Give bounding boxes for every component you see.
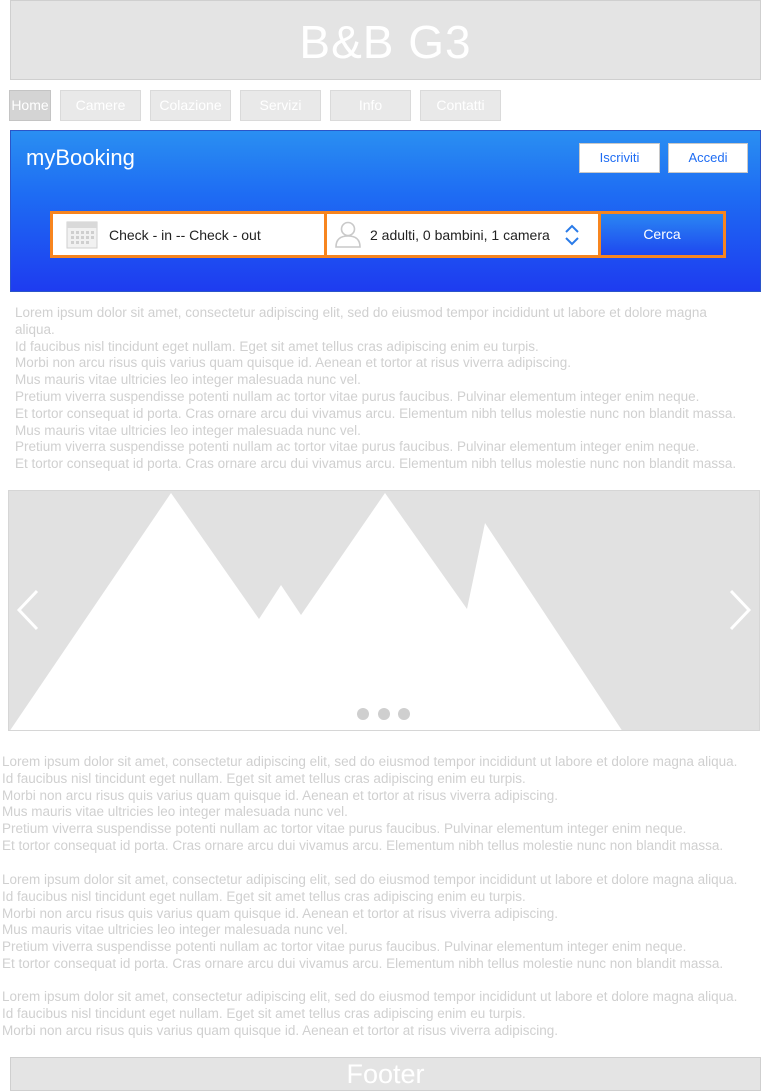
updown-chevron-icon[interactable] — [563, 223, 581, 247]
text-line: Mus mauris vitae ultricies leo integer m… — [2, 804, 348, 820]
nav-item-info[interactable]: Info — [330, 90, 411, 121]
nav-item-contatti[interactable]: Contatti — [420, 90, 501, 121]
booking-search-bar: Check - in -- Check - out 2 adulti, 0 ba… — [50, 211, 726, 258]
carousel-dot[interactable] — [357, 708, 369, 720]
image-carousel[interactable] — [8, 490, 760, 731]
text-line: Pretium viverra suspendisse potenti null… — [2, 821, 687, 837]
text-line: aliqua. — [15, 321, 55, 337]
nav-item-colazione[interactable]: Colazione — [150, 90, 231, 121]
text-line: Id faucibus nisl tincidunt eget nullam. … — [2, 888, 526, 904]
user-icon — [334, 219, 362, 249]
text-line: Mus mauris vitae ultricies leo integer m… — [2, 922, 348, 938]
carousel-dot[interactable] — [398, 708, 410, 720]
nav-item-camere[interactable]: Camere — [60, 90, 141, 121]
text-line: Lorem ipsum dolor sit amet, consectetur … — [2, 989, 738, 1004]
body-paragraph: Lorem ipsum dolor sit amet, consectetur … — [2, 872, 737, 973]
text-line: Morbi non arcu risus quis varius quam qu… — [2, 905, 559, 921]
intro-paragraph: Lorem ipsum dolor sit amet, consectetur … — [15, 305, 736, 473]
site-header: B&B G3 — [10, 0, 761, 80]
text-line: Pretium viverra suspendisse potenti null… — [15, 388, 700, 404]
text-line: Morbi non arcu risus quis varius quam qu… — [2, 787, 559, 803]
site-title: B&B G3 — [299, 16, 472, 68]
nav-item-home[interactable]: Home — [9, 90, 51, 121]
text-line: Lorem ipsum dolor sit amet, consectetur … — [2, 872, 738, 887]
guests-text: 2 adulti, 0 bambini, 1 camera — [370, 227, 550, 243]
text-line: Et tortor consequat id porta. Cras ornar… — [15, 405, 737, 421]
body-paragraph: Lorem ipsum dolor sit amet, consectetur … — [2, 989, 737, 1039]
text-line: Et tortor consequat id porta. Cras ornar… — [2, 837, 724, 853]
text-line: Et tortor consequat id porta. Cras ornar… — [2, 955, 724, 971]
nav-item-servizi[interactable]: Servizi — [240, 90, 321, 121]
text-line: Lorem ipsum dolor sit amet, consectetur … — [2, 754, 738, 769]
text-line: Morbi non arcu risus quis varius quam qu… — [15, 355, 572, 371]
body-paragraph: Lorem ipsum dolor sit amet, consectetur … — [2, 754, 737, 855]
date-range-text: Check - in -- Check - out — [109, 227, 261, 243]
text-line: Id faucibus nisl tincidunt eget nullam. … — [2, 1005, 526, 1021]
carousel-dot[interactable] — [378, 708, 390, 720]
footer-text: Footer — [346, 1059, 425, 1089]
text-line: Mus mauris vitae ultricies leo integer m… — [15, 422, 361, 438]
text-line: Pretium viverra suspendisse potenti null… — [2, 939, 687, 955]
text-line: Id faucibus nisl tincidunt eget nullam. … — [15, 338, 539, 354]
main-nav: Home Camere Colazione Servizi Info Conta… — [0, 90, 778, 121]
date-range-field[interactable]: Check - in -- Check - out — [53, 214, 324, 255]
text-line: Et tortor consequat id porta. Cras ornar… — [15, 456, 737, 472]
search-button[interactable]: Cerca — [601, 214, 723, 255]
booking-brand: myBooking — [26, 145, 135, 170]
chevron-right-icon[interactable] — [725, 588, 755, 632]
text-line: Lorem ipsum dolor sit amet, consectetur … — [15, 305, 707, 320]
guests-field[interactable]: 2 adulti, 0 bambini, 1 camera — [327, 214, 598, 255]
chevron-left-icon[interactable] — [13, 588, 43, 632]
image-placeholder-icon — [10, 493, 622, 730]
text-line: Id faucibus nisl tincidunt eget nullam. … — [2, 770, 526, 786]
signup-button[interactable]: Iscriviti — [579, 143, 660, 173]
booking-hero: myBooking Iscriviti Accedi Check - in --… — [10, 130, 761, 292]
site-footer: Footer — [10, 1057, 761, 1091]
calendar-icon — [66, 220, 98, 249]
login-button[interactable]: Accedi — [668, 143, 748, 173]
text-line: Mus mauris vitae ultricies leo integer m… — [15, 372, 361, 388]
carousel-indicators — [355, 708, 415, 720]
text-line: Pretium viverra suspendisse potenti null… — [15, 439, 700, 455]
text-line: Morbi non arcu risus quis varius quam qu… — [2, 1022, 559, 1038]
